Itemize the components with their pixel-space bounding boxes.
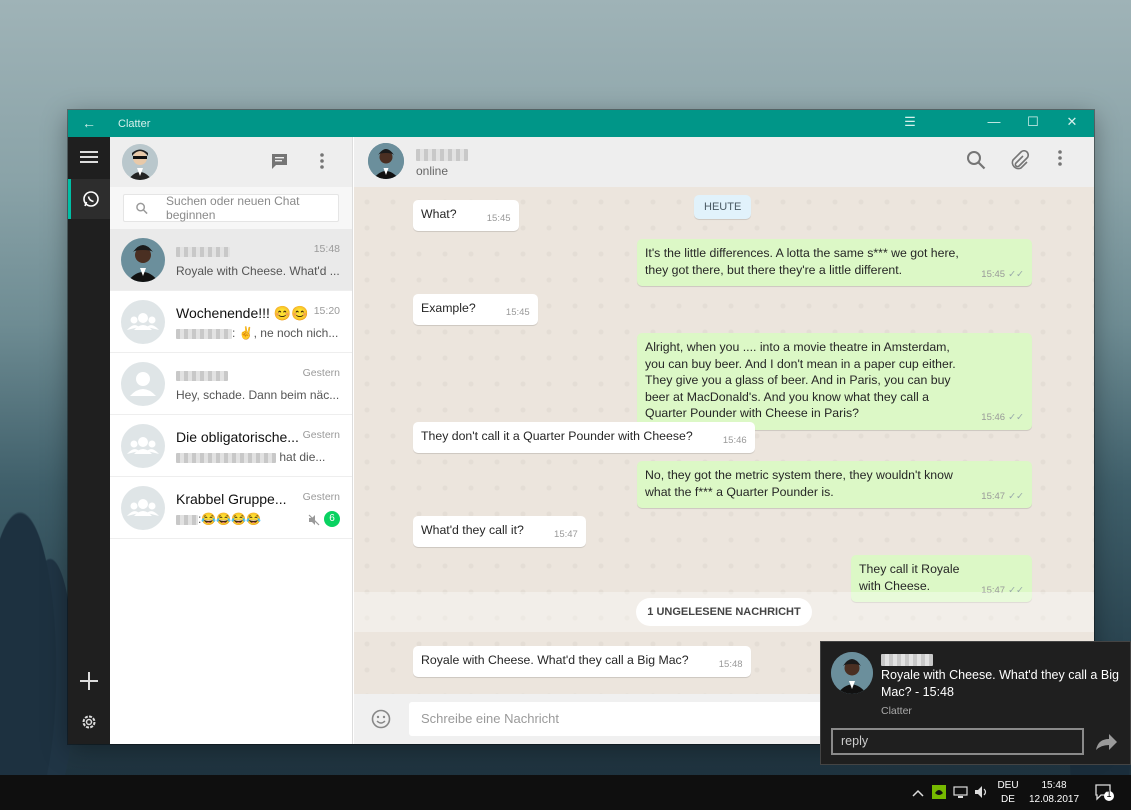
chat-time: Gestern bbox=[302, 491, 340, 503]
search-input[interactable]: Suchen oder neuen Chat beginnen bbox=[123, 194, 339, 222]
volume-icon[interactable] bbox=[974, 785, 988, 804]
chat-time: 15:20 bbox=[313, 305, 340, 317]
message-time: 15:46 bbox=[981, 412, 1006, 423]
chat-list-item[interactable]: Gestern Hey, schade. Dann beim näc... bbox=[110, 353, 352, 415]
double-check-icon: ✓✓ bbox=[1008, 490, 1024, 502]
nvidia-tray-icon[interactable] bbox=[932, 785, 946, 804]
message-time: 15:48 bbox=[718, 659, 743, 670]
search-bar: Suchen oder neuen Chat beginnen bbox=[110, 187, 352, 229]
navigation-rail bbox=[68, 137, 110, 744]
reply-send-icon[interactable] bbox=[1093, 730, 1119, 752]
message-incoming: Royale with Cheese. What'd they call a B… bbox=[413, 646, 751, 677]
whatsapp-icon[interactable] bbox=[68, 179, 110, 219]
minimize-button[interactable]: — bbox=[984, 114, 1004, 129]
message-outgoing: No, they got the metric system there, th… bbox=[637, 461, 1032, 508]
message-time: 15:46 bbox=[722, 435, 747, 446]
message-outgoing: Alright, when you .... into a movie thea… bbox=[637, 333, 1032, 430]
chat-name: Krabbel Gruppe... bbox=[176, 491, 287, 507]
action-center-icon[interactable]: 1 bbox=[1095, 784, 1115, 807]
more-vert-icon[interactable] bbox=[1058, 150, 1080, 172]
attach-paperclip-icon[interactable] bbox=[1009, 149, 1031, 172]
chat-list-item[interactable]: Krabbel Gruppe... Gestern :😂😂😂😂 6 bbox=[110, 477, 352, 539]
more-vert-icon[interactable] bbox=[320, 153, 324, 174]
contact-name-redacted bbox=[416, 146, 468, 164]
conversation-header: online bbox=[354, 137, 1094, 187]
chat-list-item[interactable]: 15:48 Royale with Cheese. What'd ... bbox=[110, 229, 352, 291]
chat-name: Wochenende!!! 😊😊 bbox=[176, 305, 309, 321]
hamburger-menu-icon[interactable] bbox=[68, 137, 110, 177]
message-time: 15:45 bbox=[505, 307, 530, 318]
muted-icon bbox=[308, 513, 320, 531]
title-bar: ← Clatter ☰ — ☐ ✕ bbox=[68, 110, 1094, 137]
chat-preview: Royale with Cheese. What'd ... bbox=[176, 264, 340, 278]
network-icon[interactable] bbox=[953, 785, 968, 804]
toast-reply-input[interactable]: reply bbox=[831, 728, 1084, 755]
search-icon[interactable] bbox=[966, 150, 988, 172]
search-placeholder: Suchen oder neuen Chat beginnen bbox=[166, 194, 300, 222]
chat-name-redacted bbox=[176, 243, 230, 259]
group-avatar-icon bbox=[121, 424, 165, 468]
chevron-up-icon[interactable] bbox=[912, 785, 924, 803]
group-avatar-icon bbox=[121, 300, 165, 344]
close-button[interactable]: ✕ bbox=[1062, 114, 1082, 130]
chat-time: Gestern bbox=[302, 367, 340, 379]
chat-list-header bbox=[110, 137, 352, 187]
contact-avatar[interactable] bbox=[368, 143, 404, 179]
message-time: 15:47 bbox=[981, 490, 1006, 502]
contact-status: online bbox=[416, 164, 449, 178]
message-incoming: What? 15:45 bbox=[413, 200, 519, 231]
chat-list-pane: Suchen oder neuen Chat beginnen 15:48 Ro… bbox=[110, 137, 353, 744]
chat-preview: : ✌, ne noch nich... bbox=[176, 326, 338, 340]
new-chat-icon[interactable] bbox=[271, 153, 288, 175]
compact-overlay-icon[interactable]: ☰ bbox=[900, 114, 920, 130]
chat-preview: Hey, schade. Dann beim näc... bbox=[176, 388, 340, 402]
contact-avatar bbox=[831, 652, 873, 694]
group-avatar-icon bbox=[121, 486, 165, 530]
chat-list-item[interactable]: Die obligatorische... Gestern hat die... bbox=[110, 415, 352, 477]
unread-divider: 1 UNGELESENE NACHRICHT bbox=[636, 598, 812, 626]
message-outgoing: It's the little differences. A lotta the… bbox=[637, 239, 1032, 286]
double-check-icon: ✓✓ bbox=[1008, 412, 1024, 423]
unread-badge: 6 bbox=[324, 511, 340, 527]
day-divider: HEUTE bbox=[694, 195, 752, 219]
message-time: 15:45 bbox=[981, 268, 1006, 280]
toast-notification[interactable]: Royale with Cheese. What'd they call a B… bbox=[820, 641, 1131, 765]
add-icon[interactable] bbox=[68, 661, 110, 701]
input-language[interactable]: DEU DE bbox=[996, 779, 1020, 807]
chat-time: Gestern bbox=[302, 429, 340, 441]
system-clock[interactable]: 15:48 12.08.2017 bbox=[1026, 779, 1082, 807]
back-arrow-icon[interactable]: ← bbox=[82, 115, 96, 131]
message-incoming: Example? 15:45 bbox=[413, 294, 538, 325]
double-check-icon: ✓✓ bbox=[1008, 268, 1024, 280]
emoji-icon[interactable] bbox=[371, 709, 391, 734]
message-time: 15:47 bbox=[554, 529, 578, 540]
chat-name-redacted bbox=[176, 367, 228, 383]
person-avatar-icon bbox=[121, 362, 165, 406]
window-title: Clatter bbox=[118, 118, 151, 130]
toast-message: Royale with Cheese. What'd they call a B… bbox=[881, 668, 1119, 699]
search-icon bbox=[136, 202, 148, 214]
chat-time: 15:48 bbox=[313, 243, 340, 255]
toast-app-name: Clatter bbox=[881, 705, 912, 717]
maximize-button[interactable]: ☐ bbox=[1023, 114, 1043, 130]
message-incoming: What'd they call it? 15:47 bbox=[413, 516, 586, 547]
chat-preview: :😂😂😂😂 bbox=[176, 512, 261, 526]
taskbar: DEU DE 15:48 12.08.2017 1 bbox=[0, 775, 1131, 810]
chat-list-item[interactable]: Wochenende!!! 😊😊 15:20 : ✌, ne noch nich… bbox=[110, 291, 352, 353]
chat-name: Die obligatorische... bbox=[176, 429, 299, 445]
notification-count: 1 bbox=[1106, 789, 1112, 799]
settings-gear-icon[interactable] bbox=[68, 702, 110, 742]
contact-avatar bbox=[121, 238, 165, 282]
my-avatar[interactable] bbox=[122, 144, 158, 180]
message-time: 15:45 bbox=[486, 213, 511, 224]
chat-preview: hat die... bbox=[176, 450, 325, 464]
message-incoming: They don't call it a Quarter Pounder wit… bbox=[413, 422, 755, 453]
